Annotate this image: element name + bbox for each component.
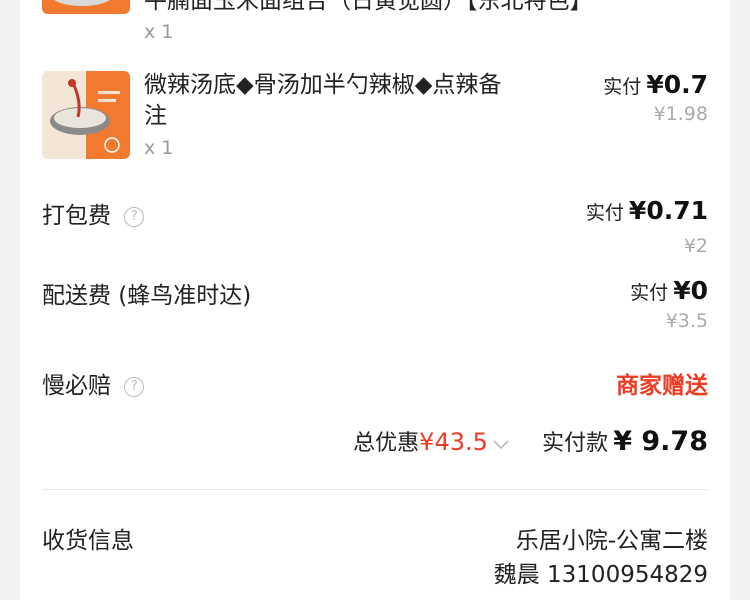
receiver-info-label: 收货信息 — [42, 528, 134, 554]
receiver-name-phone: 魏晨 13100954829 — [493, 562, 708, 588]
total-discount-label: 总优惠 — [353, 431, 420, 456]
order-detail-card: 牛腩面玉米面组合（日黄觉圆）【东北特色】 x 1 微辣汤底◆骨汤加半勺辣椒◆点辣… — [20, 0, 730, 600]
order-summary: 总优惠¥43.5 实付款 ¥ 9.78 — [353, 425, 708, 457]
item-2-original-price: ¥1.98 — [653, 103, 708, 125]
slow-compensation-label: 慢必赔 — [42, 373, 111, 399]
delivery-fee-label: 配送费 (蜂鸟准时达) — [42, 283, 252, 309]
total-paid-label: 实付款 — [542, 431, 609, 456]
item-1-quantity: x 1 — [144, 21, 174, 43]
paid-label: 实付 — [630, 282, 669, 304]
question-circle-icon[interactable]: ? — [124, 206, 145, 227]
soup-bowl-image — [42, 71, 130, 159]
noodle-bowl-image — [42, 0, 130, 14]
slow-compensation-row: 慢必赔 ? — [42, 366, 145, 400]
section-divider — [42, 489, 708, 490]
item-1-title: 牛腩面玉米面组合（日黄觉圆）【东北特色】 — [144, 0, 593, 14]
item-2-price: 实付 ¥0.7 — [603, 70, 708, 99]
paid-value: ¥0 — [673, 276, 708, 305]
paid-value: ¥0.71 — [628, 196, 708, 225]
packing-fee-original: ¥2 — [683, 235, 708, 257]
packing-fee-label: 打包费 — [42, 203, 111, 229]
delivery-fee-price: 实付 ¥0 — [630, 276, 708, 305]
item-2-title-line1: 微辣汤底◆骨汤加半勺辣椒◆点辣备 — [144, 72, 502, 98]
paid-label: 实付 — [585, 202, 624, 224]
item-2-title-line2: 注 — [144, 103, 167, 129]
packing-fee-row: 打包费 ? — [42, 196, 145, 230]
question-circle-icon[interactable]: ? — [124, 376, 145, 397]
chevron-down-icon — [492, 436, 510, 455]
total-discount-value: ¥43.5 — [419, 428, 488, 456]
item-2-quantity: x 1 — [144, 137, 174, 159]
total-paid-value: ¥ 9.78 — [613, 426, 708, 457]
slow-compensation-value: 商家赠送 — [616, 373, 708, 399]
product-image-1[interactable] — [42, 0, 130, 14]
product-image-2[interactable] — [42, 71, 130, 159]
discount-toggle[interactable]: 总优惠¥43.5 — [353, 428, 515, 456]
delivery-fee-original: ¥3.5 — [665, 310, 708, 332]
paid-value: ¥0.7 — [646, 70, 708, 99]
packing-fee-price: 实付 ¥0.71 — [586, 196, 708, 225]
paid-label: 实付 — [603, 76, 642, 98]
receiver-address: 乐居小院-公寓二楼 — [515, 528, 708, 554]
